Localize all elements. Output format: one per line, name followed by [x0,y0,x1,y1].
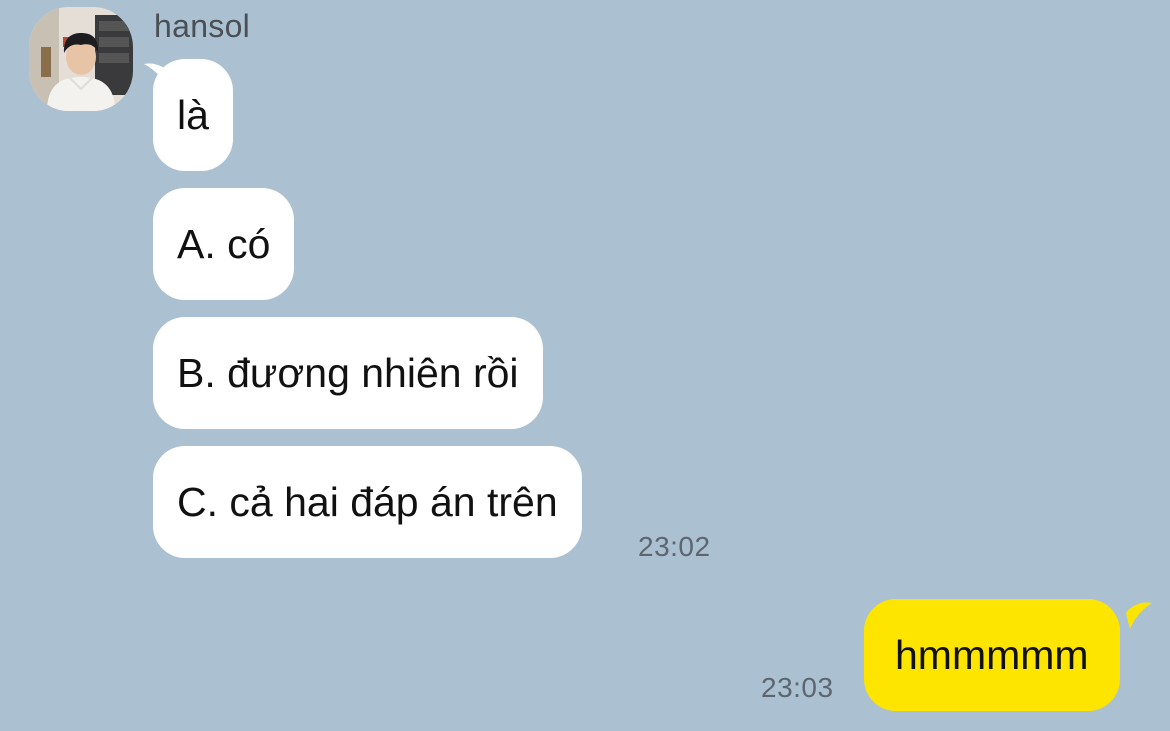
message-timestamp: 23:02 [638,531,711,562]
incoming-message[interactable]: là [153,59,233,171]
message-text: A. có [177,221,271,267]
incoming-message[interactable]: A. có [153,188,295,300]
incoming-message[interactable]: C. cả hai đáp án trên [153,446,582,558]
sender-name: hansol [154,8,251,44]
message-text: B. đương nhiên rồi [177,350,519,396]
message-text: hmmmmm [895,632,1089,678]
chat-room: hansol là A. có B. đương nhiên rồi C. cả… [0,0,1170,731]
message-text: C. cả hai đáp án trên [177,479,558,525]
profile-photo-icon [29,7,133,111]
outgoing-message[interactable]: hmmmmm [864,599,1120,711]
message-timestamp: 23:03 [761,672,834,703]
incoming-message[interactable]: B. đương nhiên rồi [153,317,543,429]
message-text: là [177,92,209,138]
sender-avatar[interactable] [29,7,133,111]
outgoing-bubble-tail [1126,602,1152,629]
